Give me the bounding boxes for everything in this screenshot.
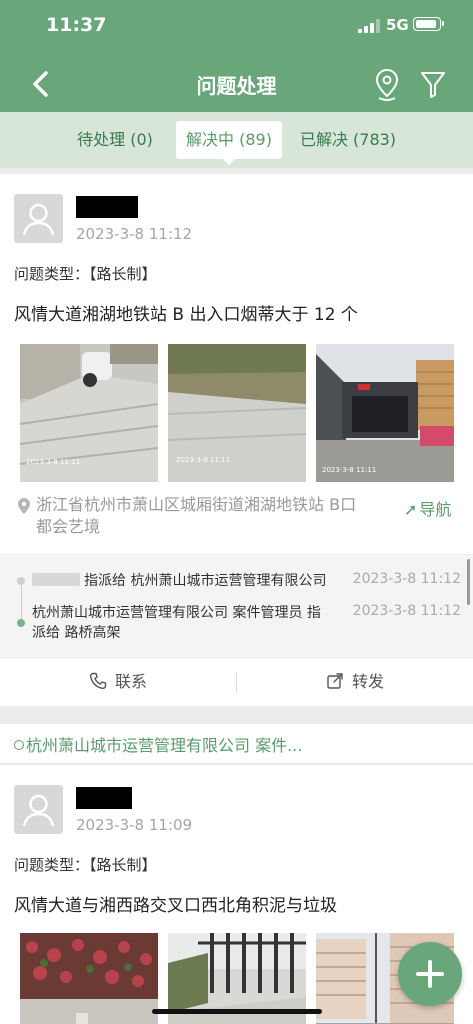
card-actions: 联系 转发: [0, 658, 473, 706]
issue-type-value: 【路长制】: [89, 265, 157, 283]
avatar: [14, 194, 63, 243]
battery-icon: [413, 17, 444, 31]
timeline-entry: 指派给 杭州萧山城市运营管理有限公司: [32, 571, 326, 591]
timeline-dot-current: [17, 619, 25, 627]
issue-card[interactable]: 2023-3-8 11:12 问题类型：【路长制】 风情大道湘湖地铁站 B 出入…: [0, 174, 473, 706]
group-header[interactable]: 杭州萧山城市运营管理有限公司 案件...: [0, 724, 473, 764]
location-icon[interactable]: [370, 66, 404, 102]
issue-photo[interactable]: [20, 933, 158, 1024]
redacted-name: [76, 196, 138, 218]
svg-text:2023-3-8 11:11: 2023-3-8 11:11: [26, 458, 80, 466]
svg-text:2023-3-8 11:11: 2023-3-8 11:11: [322, 466, 376, 474]
timeline-entry-time: 2023-3-8 11:12: [352, 603, 461, 619]
timeline-entry-time: 2023-3-8 11:12: [352, 571, 461, 587]
redacted-name: [76, 787, 132, 809]
issue-date: 2023-3-8 11:12: [76, 225, 193, 243]
network-label: 5G: [386, 16, 409, 34]
issue-photo[interactable]: 2023-3-8 11:11: [316, 344, 454, 482]
scrollbar[interactable]: [467, 559, 470, 605]
forward-label: 转发: [351, 672, 384, 691]
issue-photo[interactable]: 2023-3-8 11:11: [168, 344, 306, 482]
forward-button[interactable]: 转发: [237, 658, 473, 706]
issue-type-value: 【路长制】: [89, 856, 157, 874]
navigate-link[interactable]: ➚ 导航: [404, 496, 451, 520]
navigate-arrow-icon: ➚: [404, 500, 418, 519]
issue-type: 问题类型：【路长制】: [14, 263, 157, 284]
tab-pending[interactable]: 待处理 (0): [62, 121, 168, 159]
timeline-entry: 杭州萧山城市运营管理有限公司 案件管理员 指派给 路桥高架: [32, 605, 321, 641]
forward-icon: [327, 673, 343, 689]
map-pin-icon: [18, 498, 30, 514]
issue-type-label: 问题类型：: [14, 856, 90, 874]
phone-icon: [89, 672, 107, 690]
address-text: 浙江省杭州市萧山区城厢街道湘湖地铁站 B口都会艺境: [36, 495, 357, 536]
nav-bar: 问题处理: [0, 56, 473, 112]
issue-type: 问题类型：【路长制】: [14, 854, 157, 875]
photo-gallery: 2023-3-8 11:11 2023-3-8 11:11 2023-3-8 1…: [20, 344, 454, 482]
issue-date: 2023-3-8 11:09: [76, 816, 193, 834]
status-bar: 11:37 5G: [0, 0, 473, 56]
status-time: 11:37: [46, 14, 107, 36]
filter-icon[interactable]: [416, 66, 450, 102]
issue-photo[interactable]: 2023-3-8 11:11: [20, 344, 158, 482]
blurred-name: [32, 573, 80, 586]
assignment-timeline[interactable]: 指派给 杭州萧山城市运营管理有限公司 2023-3-8 11:12 杭州萧山城市…: [0, 554, 473, 658]
timeline-entry-text: 指派给 杭州萧山城市运营管理有限公司: [84, 573, 327, 589]
contact-button[interactable]: 联系: [0, 658, 236, 706]
timeline-dot: [17, 577, 25, 585]
navigate-label: 导航: [419, 500, 452, 519]
issue-type-label: 问题类型：: [14, 265, 90, 283]
tab-resolved[interactable]: 已解决 (783): [290, 121, 406, 159]
status-tabs: 待处理 (0) 解决中 (89) 已解决 (783): [0, 112, 473, 168]
tab-in-progress[interactable]: 解决中 (89): [176, 121, 282, 165]
signal-icon: [358, 19, 380, 33]
add-issue-button[interactable]: [398, 942, 462, 1006]
group-header-text: 杭州萧山城市运营管理有限公司 案件...: [14, 732, 302, 756]
svg-text:2023-3-8 11:11: 2023-3-8 11:11: [176, 456, 230, 464]
issue-description: 风情大道与湘西路交叉口西北角积泥与垃圾: [14, 896, 337, 916]
issue-address: 浙江省杭州市萧山区城厢街道湘湖地铁站 B口都会艺境: [18, 494, 368, 538]
contact-label: 联系: [114, 672, 147, 691]
header-bar: 11:37 5G 问题处理 待处理 (0) 解决中 (89) 已解决 (783): [0, 0, 473, 168]
issue-description: 风情大道湘湖地铁站 B 出入口烟蒂大于 12 个: [14, 305, 358, 325]
home-indicator: [152, 1009, 322, 1014]
avatar: [14, 785, 63, 834]
